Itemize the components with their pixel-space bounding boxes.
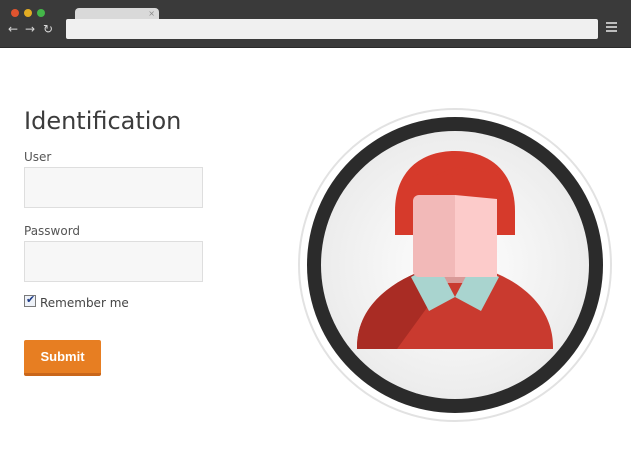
password-input[interactable]: [24, 241, 203, 282]
avatar-face-highlight: [455, 195, 497, 277]
window-minimize-dot[interactable]: [24, 9, 32, 17]
browser-toolbar: × ← → ↻: [0, 0, 631, 48]
remember-me-checkbox[interactable]: ✔: [24, 293, 36, 307]
user-input[interactable]: [24, 167, 203, 208]
password-label: Password: [24, 224, 81, 238]
page-title: Identification: [24, 107, 182, 135]
submit-button[interactable]: Submit: [24, 340, 101, 376]
tab-close-icon[interactable]: ×: [148, 9, 155, 19]
hamburger-menu-icon[interactable]: [606, 22, 617, 34]
forward-arrow-icon[interactable]: →: [25, 21, 35, 37]
window-close-dot[interactable]: [11, 9, 19, 17]
user-label: User: [24, 150, 52, 164]
checkmark-icon: ✔: [26, 293, 36, 306]
remember-me-label[interactable]: Remember me: [40, 296, 129, 310]
user-avatar-icon: [298, 108, 612, 422]
window-maximize-dot[interactable]: [37, 9, 45, 17]
reload-icon[interactable]: ↻: [43, 21, 53, 37]
back-arrow-icon[interactable]: ←: [8, 21, 18, 37]
address-bar[interactable]: [66, 19, 598, 39]
